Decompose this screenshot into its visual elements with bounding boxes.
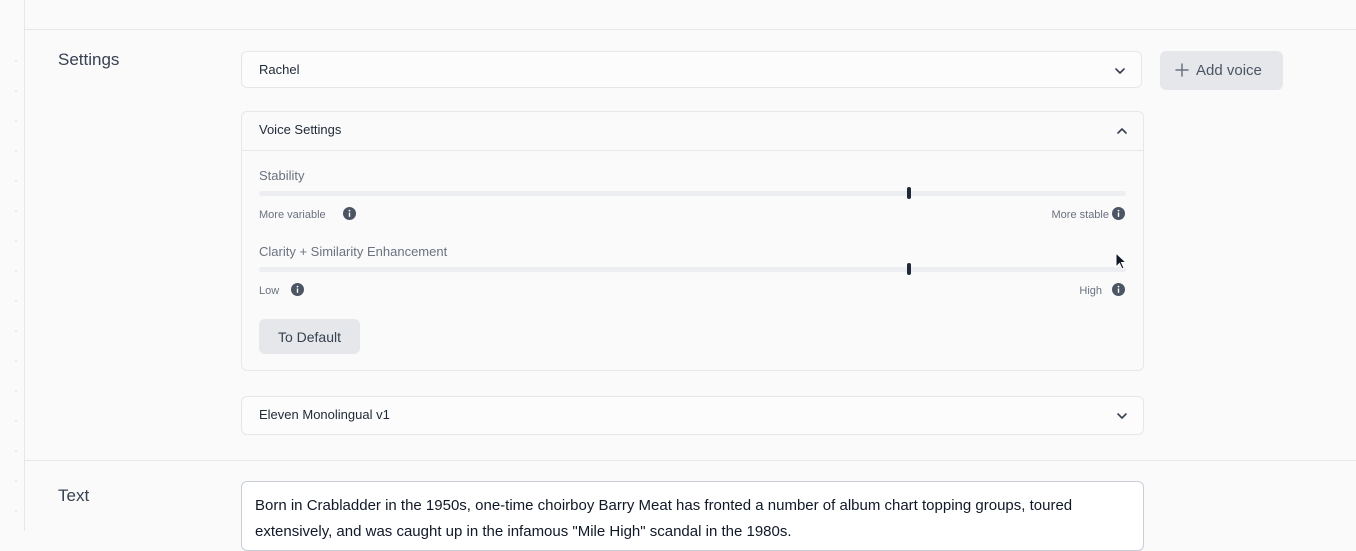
stability-slider-thumb[interactable] bbox=[907, 187, 912, 199]
rail-dot bbox=[15, 210, 17, 212]
model-select[interactable]: Eleven Monolingual v1 bbox=[241, 396, 1144, 435]
add-voice-label: Add voice bbox=[1196, 62, 1262, 79]
rail-dot bbox=[15, 330, 17, 332]
voice-select[interactable]: Rachel bbox=[241, 51, 1142, 88]
chevron-down-icon bbox=[1117, 413, 1127, 419]
plus-icon bbox=[1175, 63, 1189, 77]
rail-dot bbox=[15, 300, 17, 302]
section-divider bbox=[25, 460, 1356, 461]
to-default-button[interactable]: To Default bbox=[259, 319, 360, 354]
chevron-down-icon bbox=[1115, 68, 1125, 74]
settings-section-label: Settings bbox=[58, 50, 120, 69]
clarity-slider[interactable] bbox=[259, 263, 1126, 275]
rail-dot bbox=[15, 180, 17, 182]
info-icon[interactable] bbox=[1112, 207, 1125, 220]
clarity-label: Clarity + Similarity Enhancement bbox=[259, 244, 448, 259]
rail-dot bbox=[15, 510, 17, 512]
model-select-value: Eleven Monolingual v1 bbox=[259, 407, 390, 422]
mouse-cursor-icon bbox=[1115, 252, 1128, 270]
stability-slider[interactable] bbox=[259, 187, 1126, 199]
rail-dot bbox=[15, 60, 17, 62]
text-section-label: Text bbox=[58, 486, 90, 505]
rail-dot bbox=[15, 420, 17, 422]
left-rail bbox=[0, 0, 25, 531]
clarity-slider-thumb[interactable] bbox=[907, 263, 912, 275]
voice-settings-header[interactable]: Voice Settings bbox=[242, 112, 1143, 151]
rail-dot bbox=[15, 90, 17, 92]
rail-dot bbox=[15, 480, 17, 482]
text-input[interactable]: Born in Crabladder in the 1950s, one-tim… bbox=[241, 481, 1144, 551]
voice-select-value: Rachel bbox=[259, 62, 300, 77]
voice-settings-panel: Voice Settings Stability More variable M… bbox=[241, 111, 1144, 371]
rail-dot bbox=[15, 450, 17, 452]
rail-dot bbox=[15, 270, 17, 272]
clarity-min-label: Low bbox=[259, 285, 280, 297]
stability-label: Stability bbox=[259, 168, 305, 183]
voice-settings-title: Voice Settings bbox=[259, 122, 342, 137]
info-icon[interactable] bbox=[1112, 283, 1125, 296]
chevron-up-icon bbox=[1117, 128, 1127, 134]
info-icon[interactable] bbox=[343, 207, 356, 220]
stability-min-label: More variable bbox=[259, 209, 326, 221]
rail-dot bbox=[15, 240, 17, 242]
rail-dot bbox=[15, 360, 17, 362]
info-icon[interactable] bbox=[291, 283, 304, 296]
section-divider bbox=[25, 29, 1356, 30]
clarity-max-label: High bbox=[1079, 285, 1102, 297]
add-voice-button[interactable]: Add voice bbox=[1160, 51, 1283, 90]
rail-dot bbox=[15, 120, 17, 122]
rail-dot bbox=[15, 390, 17, 392]
stability-max-label: More stable bbox=[1051, 209, 1109, 221]
rail-dot bbox=[15, 150, 17, 152]
